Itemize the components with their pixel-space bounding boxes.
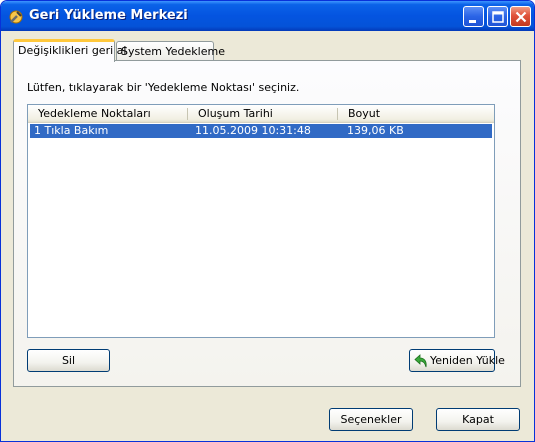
column-header-backup-points[interactable]: Yedekleme Noktaları bbox=[31, 105, 151, 123]
row-creation-date: 11.05.2009 10:31:48 bbox=[195, 124, 311, 137]
list-row-selected[interactable]: 1 Tıkla Bakım 11.05.2009 10:31:48 139,06… bbox=[30, 124, 492, 138]
column-divider[interactable] bbox=[187, 108, 188, 120]
undo-arrow-icon bbox=[414, 353, 430, 369]
app-tools-icon bbox=[8, 9, 24, 25]
list-header: Yedekleme Noktaları Oluşum Tarihi Boyut bbox=[28, 105, 494, 123]
tab-label: System Yedekleme bbox=[121, 45, 225, 58]
close-button[interactable]: Kapat bbox=[436, 408, 520, 431]
title-bar[interactable]: Geri Yükleme Merkezi bbox=[1, 1, 534, 31]
delete-button[interactable]: Sil bbox=[27, 349, 110, 372]
backup-points-list[interactable]: Yedekleme Noktaları Oluşum Tarihi Boyut … bbox=[27, 104, 495, 338]
restore-button-label: Yeniden Yükle bbox=[430, 354, 505, 367]
column-header-size[interactable]: Boyut bbox=[341, 105, 380, 123]
row-size: 139,06 KB bbox=[347, 124, 404, 137]
minimize-button[interactable] bbox=[463, 6, 484, 27]
restore-button[interactable]: Yeniden Yükle bbox=[409, 349, 505, 372]
close-button-label: Kapat bbox=[462, 413, 494, 426]
close-window-button[interactable] bbox=[510, 6, 531, 27]
tab-label: Değişiklikleri geri al bbox=[18, 44, 127, 57]
window-title: Geri Yükleme Merkezi bbox=[29, 8, 188, 23]
tab-undo-changes[interactable]: Değişiklikleri geri al bbox=[13, 39, 126, 62]
maximize-icon bbox=[492, 11, 504, 23]
instruction-text: Lütfen, tıklayarak bir 'Yedekleme Noktas… bbox=[27, 81, 300, 94]
column-header-creation-date[interactable]: Oluşum Tarihi bbox=[191, 105, 273, 123]
close-icon bbox=[515, 11, 527, 23]
options-button[interactable]: Seçenekler bbox=[329, 408, 413, 431]
maximize-button[interactable] bbox=[487, 6, 508, 27]
minimize-icon bbox=[469, 20, 476, 23]
tab-system-backup[interactable]: System Yedekleme bbox=[116, 41, 225, 61]
options-button-label: Seçenekler bbox=[340, 413, 402, 426]
row-backup-name: 1 Tıkla Bakım bbox=[34, 124, 109, 137]
delete-button-label: Sil bbox=[61, 354, 76, 367]
column-divider[interactable] bbox=[337, 108, 338, 120]
restore-center-window: Geri Yükleme Merkezi Değişiklikleri geri… bbox=[0, 0, 535, 442]
